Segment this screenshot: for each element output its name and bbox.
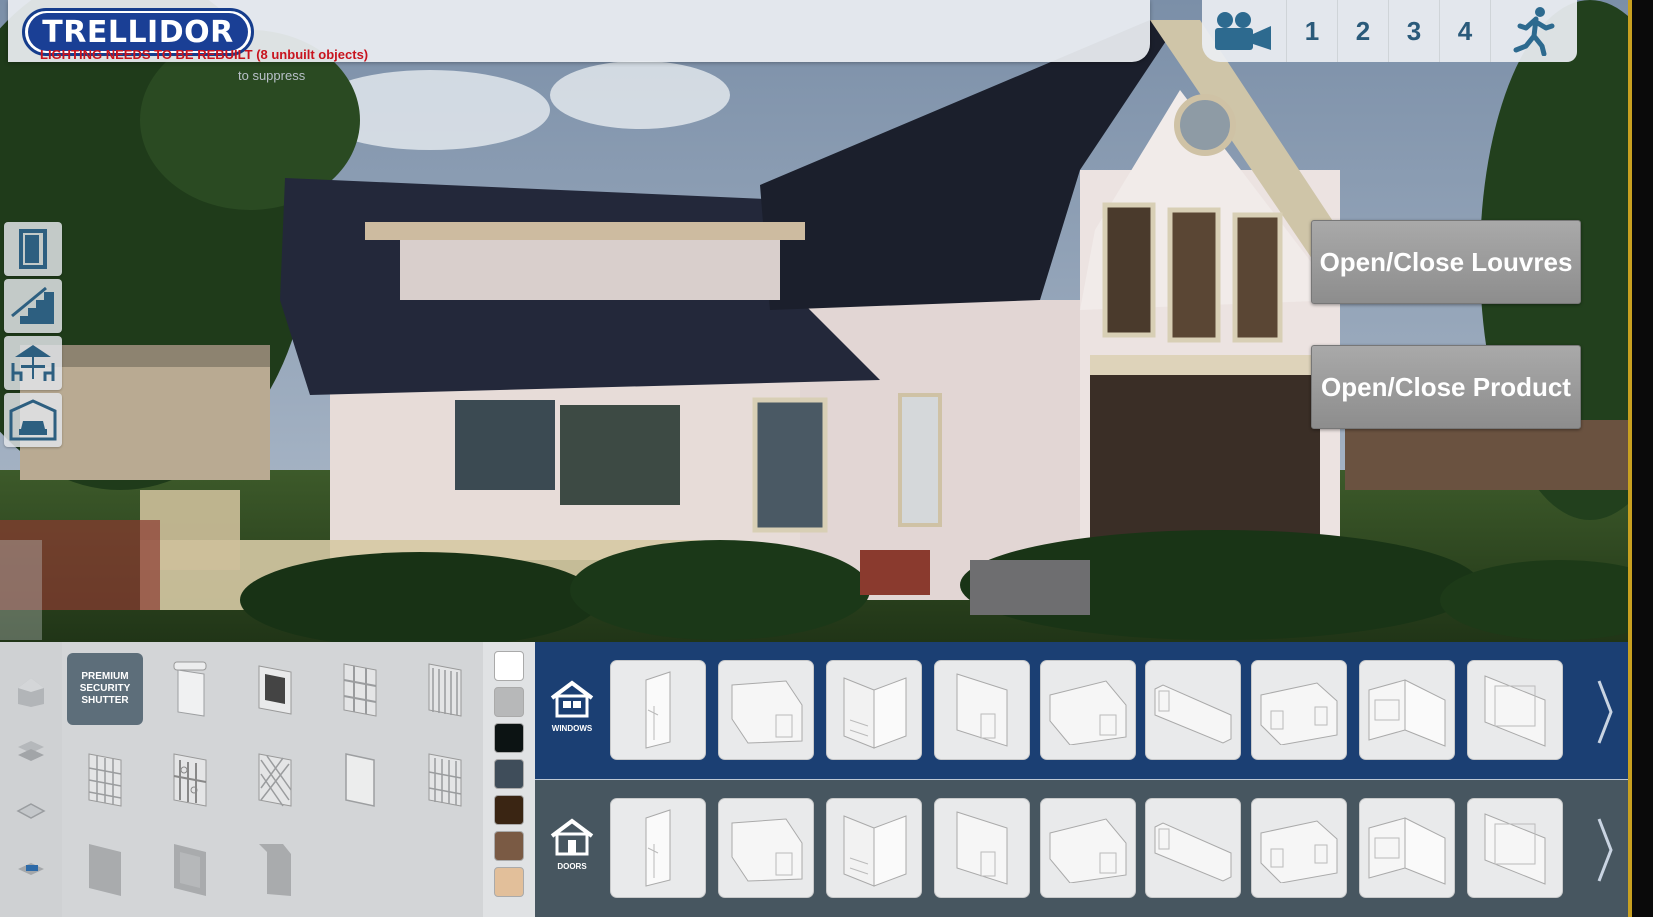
- open-close-louvres-button[interactable]: Open/Close Louvres: [1311, 220, 1581, 304]
- layers-icon[interactable]: [0, 722, 62, 782]
- camera-icon[interactable]: [1202, 0, 1287, 62]
- open-close-product-button[interactable]: Open/Close Product: [1311, 345, 1581, 429]
- premium-security-shutter-label: PREMIUM SECURITY SHUTTER: [79, 671, 131, 706]
- ornate-gate-item[interactable]: [152, 743, 228, 815]
- walk-mode-icon[interactable]: [1491, 0, 1577, 62]
- trellis-gate-item[interactable]: [322, 653, 398, 725]
- patio-icon[interactable]: [4, 336, 62, 390]
- plain-panel-item[interactable]: [322, 743, 398, 815]
- windows-category[interactable]: WINDOWS: [545, 680, 599, 733]
- door-product-9[interactable]: [1467, 798, 1563, 898]
- window-product-9[interactable]: [1467, 660, 1563, 760]
- window-product-5[interactable]: [1040, 660, 1136, 760]
- door-product-5[interactable]: [1040, 798, 1136, 898]
- door-product-6[interactable]: [1145, 798, 1241, 898]
- doors-house-icon: [550, 818, 594, 856]
- window-product-4[interactable]: [934, 660, 1030, 760]
- window-product-2[interactable]: [718, 660, 814, 760]
- framed-panel-item[interactable]: [152, 833, 228, 905]
- door-product-8[interactable]: [1359, 798, 1455, 898]
- diamond-gate-item[interactable]: [407, 653, 483, 725]
- swatch-beige[interactable]: [494, 867, 524, 897]
- windows-label: WINDOWS: [551, 724, 593, 733]
- door-product-1[interactable]: [610, 798, 706, 898]
- grid-gate-item[interactable]: [67, 743, 143, 815]
- doors-row: DOORS: [535, 780, 1653, 917]
- lattice-gate-item[interactable]: [407, 743, 483, 815]
- roller-shutter-item[interactable]: [152, 653, 228, 725]
- solid-panel-item[interactable]: [67, 833, 143, 905]
- door-icon[interactable]: [4, 222, 62, 276]
- swatch-black[interactable]: [494, 723, 524, 753]
- product-grid: PREMIUM SECURITY SHUTTER: [62, 642, 483, 917]
- window-product-1[interactable]: [610, 660, 706, 760]
- left-edge-panel: [0, 540, 42, 640]
- door-product-4[interactable]: [934, 798, 1030, 898]
- view-4-button[interactable]: 4: [1440, 0, 1491, 62]
- window-product-3[interactable]: [826, 660, 922, 760]
- premium-security-shutter-item[interactable]: PREMIUM SECURITY SHUTTER: [67, 653, 143, 725]
- lighting-warning: LIGHTING NEEDS TO BE REBUILT (8 unbuilt …: [40, 47, 369, 62]
- suppress-hint: to suppress: [238, 68, 306, 83]
- angled-panel-item[interactable]: [237, 833, 313, 905]
- tray-icon[interactable]: [0, 782, 62, 842]
- windows-row: WINDOWS: [535, 642, 1653, 779]
- house-shape-icon[interactable]: [0, 662, 62, 722]
- shutter-product-icon[interactable]: [0, 842, 62, 902]
- camera-bar: 1 2 3 4: [1202, 0, 1577, 62]
- window-product-7[interactable]: [1251, 660, 1347, 760]
- view-2-button[interactable]: 2: [1338, 0, 1389, 62]
- window-product-8[interactable]: [1359, 660, 1455, 760]
- product-panel: PREMIUM SECURITY SHUTTER WINDOWS DOORS: [0, 642, 1653, 917]
- category-column: [0, 642, 63, 917]
- doors-label: DOORS: [557, 862, 587, 871]
- garage-icon[interactable]: [4, 393, 62, 447]
- window-grille-item[interactable]: [237, 653, 313, 725]
- windows-next-arrow-icon[interactable]: [1585, 672, 1625, 752]
- doors-category[interactable]: DOORS: [545, 818, 599, 871]
- door-product-7[interactable]: [1251, 798, 1347, 898]
- patterned-gate-item[interactable]: [237, 743, 313, 815]
- swatch-light-grey[interactable]: [494, 687, 524, 717]
- side-menu: [4, 222, 62, 450]
- view-3-button[interactable]: 3: [1389, 0, 1440, 62]
- logo-text: TRELLIDOR: [28, 13, 248, 51]
- swatch-charcoal[interactable]: [494, 759, 524, 789]
- door-product-2[interactable]: [718, 798, 814, 898]
- swatch-white[interactable]: [494, 651, 524, 681]
- window-product-6[interactable]: [1145, 660, 1241, 760]
- swatch-brown[interactable]: [494, 831, 524, 861]
- view-1-button[interactable]: 1: [1287, 0, 1338, 62]
- windows-house-icon: [550, 680, 594, 718]
- door-product-3[interactable]: [826, 798, 922, 898]
- color-swatches: [483, 642, 535, 917]
- doors-next-arrow-icon[interactable]: [1585, 810, 1625, 890]
- staircase-icon[interactable]: [4, 279, 62, 333]
- window-edge: [1632, 0, 1653, 917]
- swatch-dark-brown[interactable]: [494, 795, 524, 825]
